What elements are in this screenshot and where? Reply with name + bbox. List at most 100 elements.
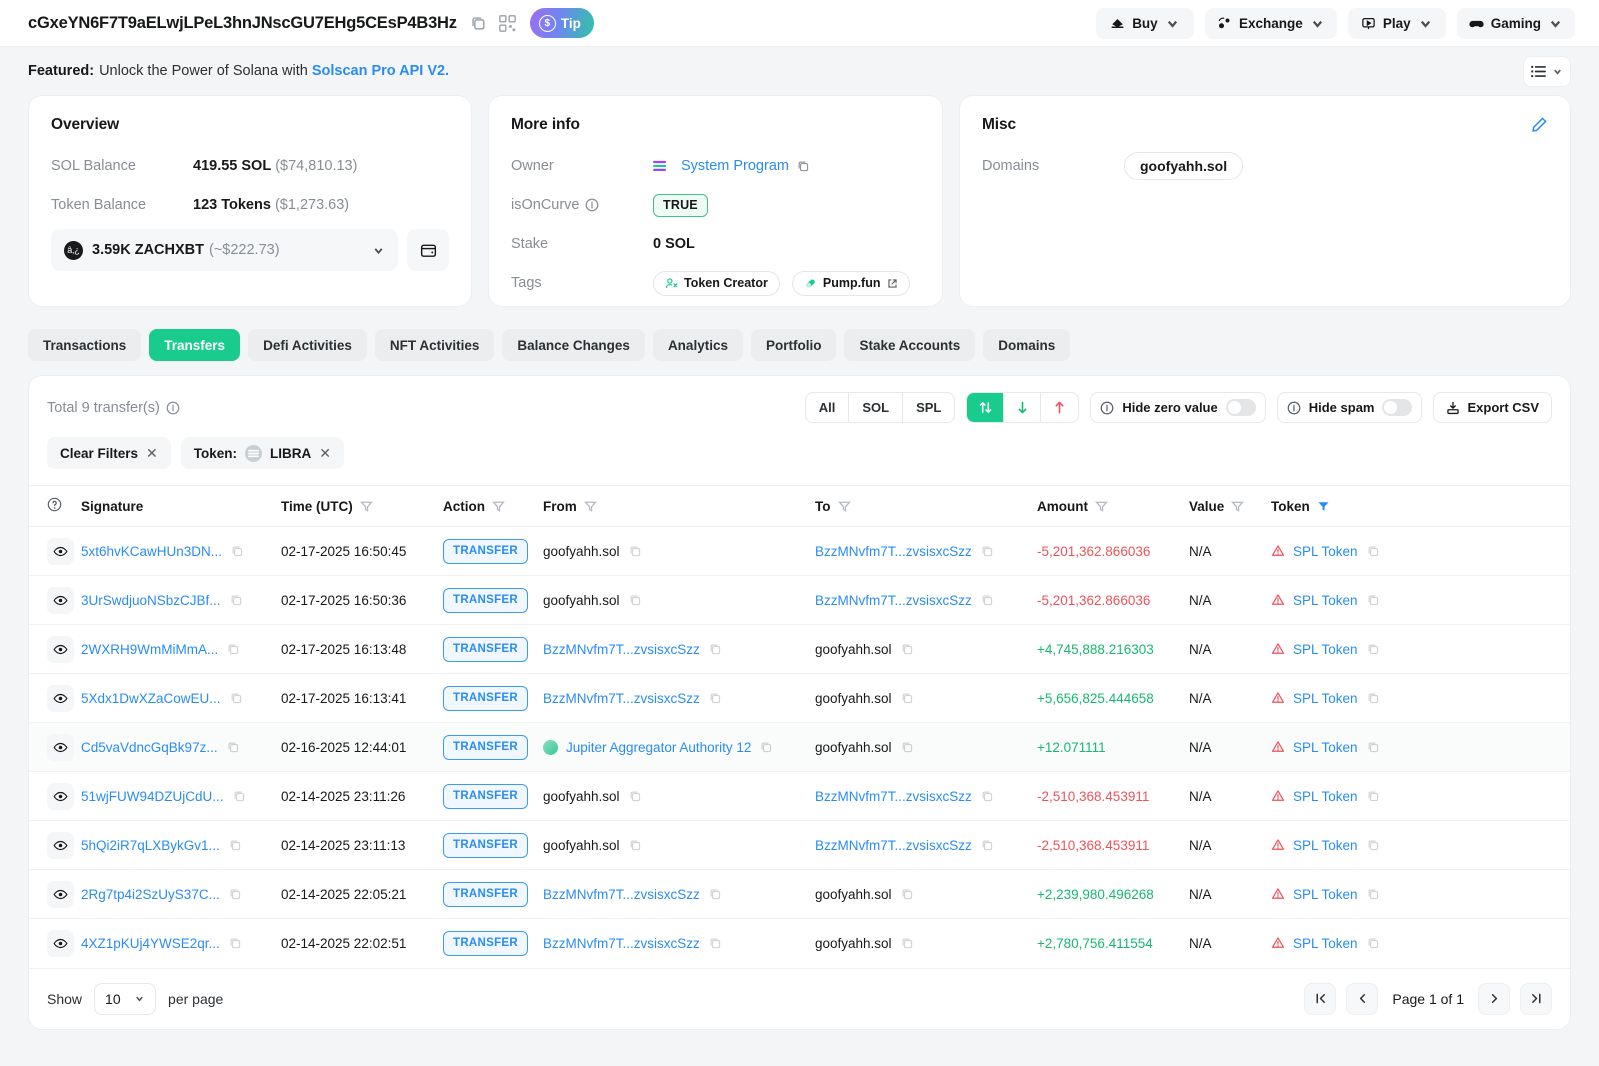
tab-defi-activities[interactable]: Defi Activities — [248, 329, 367, 361]
filter-icon[interactable] — [360, 500, 373, 513]
tab-balance-changes[interactable]: Balance Changes — [502, 329, 645, 361]
copy-icon[interactable] — [628, 593, 642, 607]
signature-link[interactable]: 51wjFUW94DZUjCdU... — [81, 789, 224, 804]
tag-token-creator[interactable]: Token Creator — [653, 271, 780, 296]
token-link[interactable]: SPL Token — [1293, 740, 1358, 755]
direction-in-button[interactable] — [1004, 393, 1041, 422]
nav-play-button[interactable]: Play — [1348, 8, 1446, 39]
token-dropdown[interactable]: â‚¿ 3.59K ZACHXBT (~$222.73) — [51, 229, 398, 271]
info-icon[interactable] — [166, 401, 180, 415]
view-row-icon[interactable] — [47, 783, 74, 810]
hide-zero-value-switch[interactable] — [1226, 399, 1256, 416]
token-link[interactable]: SPL Token — [1293, 544, 1358, 559]
view-row-icon[interactable] — [47, 930, 74, 957]
to-link[interactable]: BzzMNvfm7T...zvsisxcSzz — [815, 544, 972, 559]
copy-icon[interactable] — [628, 789, 642, 803]
token-link[interactable]: SPL Token — [1293, 838, 1358, 853]
tab-transfers[interactable]: Transfers — [149, 329, 240, 361]
copy-icon[interactable] — [1366, 789, 1380, 803]
domain-pill[interactable]: goofyahh.sol — [1124, 152, 1243, 180]
tab-analytics[interactable]: Analytics — [653, 329, 743, 361]
token-link[interactable]: SPL Token — [1293, 936, 1358, 951]
copy-icon[interactable] — [1366, 642, 1380, 656]
token-filter-chip[interactable]: Token: LIBRA ✕ — [181, 437, 344, 469]
hide-zero-value-toggle[interactable]: Hide zero value — [1090, 392, 1265, 423]
from-link[interactable]: BzzMNvfm7T...zvsisxcSzz — [543, 936, 700, 951]
copy-icon[interactable] — [980, 593, 994, 607]
token-link[interactable]: SPL Token — [1293, 887, 1358, 902]
copy-icon[interactable] — [229, 691, 243, 705]
copy-icon[interactable] — [226, 740, 240, 754]
token-link[interactable]: SPL Token — [1293, 691, 1358, 706]
signature-link[interactable]: Cd5vaVdncGqBk97z... — [81, 740, 218, 755]
view-row-icon[interactable] — [47, 734, 74, 761]
from-link[interactable]: Jupiter Aggregator Authority 12 — [566, 740, 751, 755]
token-link[interactable]: SPL Token — [1293, 789, 1358, 804]
filter-icon[interactable] — [492, 500, 505, 513]
tab-nft-activities[interactable]: NFT Activities — [375, 329, 495, 361]
token-link[interactable]: SPL Token — [1293, 593, 1358, 608]
from-link[interactable]: BzzMNvfm7T...zvsisxcSzz — [543, 691, 700, 706]
copy-icon[interactable] — [980, 838, 994, 852]
direction-all-button[interactable] — [967, 393, 1004, 422]
filter-icon[interactable] — [838, 500, 851, 513]
signature-link[interactable]: 2Rg7tp4i2SzUyS37C... — [81, 887, 220, 902]
tab-transactions[interactable]: Transactions — [28, 329, 141, 361]
segment-spl[interactable]: SPL — [903, 393, 954, 422]
edit-icon[interactable] — [1531, 116, 1548, 138]
view-row-icon[interactable] — [47, 636, 74, 663]
copy-icon[interactable] — [980, 789, 994, 803]
copy-icon[interactable] — [628, 838, 642, 852]
copy-icon[interactable] — [1366, 838, 1380, 852]
hide-spam-toggle[interactable]: Hide spam — [1277, 392, 1423, 423]
hide-spam-switch[interactable] — [1382, 399, 1412, 416]
copy-icon[interactable] — [708, 691, 722, 705]
filter-icon[interactable] — [1095, 500, 1108, 513]
tab-domains[interactable]: Domains — [983, 329, 1070, 361]
segment-all[interactable]: All — [806, 393, 850, 422]
view-row-icon[interactable] — [47, 587, 74, 614]
help-icon[interactable] — [47, 497, 62, 512]
copy-icon[interactable] — [229, 593, 243, 607]
owner-link[interactable]: System Program — [681, 158, 789, 174]
to-link[interactable]: BzzMNvfm7T...zvsisxcSzz — [815, 789, 972, 804]
token-link[interactable]: SPL Token — [1293, 642, 1358, 657]
copy-icon[interactable] — [900, 887, 914, 901]
signature-link[interactable]: 3UrSwdjuoNSbzCJBf... — [81, 593, 221, 608]
to-link[interactable]: BzzMNvfm7T...zvsisxcSzz — [815, 838, 972, 853]
qr-code-icon[interactable] — [499, 15, 516, 32]
view-row-icon[interactable] — [47, 538, 74, 565]
from-link[interactable]: BzzMNvfm7T...zvsisxcSzz — [543, 642, 700, 657]
copy-icon[interactable] — [628, 544, 642, 558]
copy-icon[interactable] — [1366, 740, 1380, 754]
copy-icon[interactable] — [1366, 544, 1380, 558]
nav-gaming-button[interactable]: Gaming — [1457, 8, 1575, 39]
copy-icon[interactable] — [1366, 887, 1380, 901]
copy-icon[interactable] — [230, 544, 244, 558]
direction-out-button[interactable] — [1041, 393, 1078, 422]
tab-stake-accounts[interactable]: Stake Accounts — [844, 329, 975, 361]
copy-icon[interactable] — [759, 740, 773, 754]
export-csv-button[interactable]: Export CSV — [1433, 392, 1552, 423]
signature-link[interactable]: 4XZ1pKUj4YWSE2qr... — [81, 936, 220, 951]
per-page-select[interactable]: 10 — [94, 983, 156, 1015]
copy-icon[interactable] — [708, 887, 722, 901]
nav-exchange-button[interactable]: Exchange — [1205, 8, 1337, 39]
copy-icon[interactable] — [708, 936, 722, 950]
copy-icon[interactable] — [980, 544, 994, 558]
info-icon[interactable] — [585, 198, 599, 212]
close-icon[interactable]: ✕ — [319, 445, 331, 462]
copy-icon[interactable] — [1366, 936, 1380, 950]
wallet-button[interactable] — [407, 229, 449, 271]
tip-button[interactable]: $ Tip — [530, 8, 594, 38]
view-row-icon[interactable] — [47, 685, 74, 712]
next-page-button[interactable] — [1478, 983, 1510, 1015]
close-icon[interactable]: ✕ — [146, 445, 158, 462]
signature-link[interactable]: 5xt6hvKCawHUn3DN... — [81, 544, 222, 559]
view-row-icon[interactable] — [47, 881, 74, 908]
clear-filters-chip[interactable]: Clear Filters ✕ — [47, 437, 171, 469]
copy-icon[interactable] — [796, 159, 810, 173]
copy-address-icon[interactable] — [469, 14, 487, 32]
copy-icon[interactable] — [900, 740, 914, 754]
copy-icon[interactable] — [1366, 593, 1380, 607]
